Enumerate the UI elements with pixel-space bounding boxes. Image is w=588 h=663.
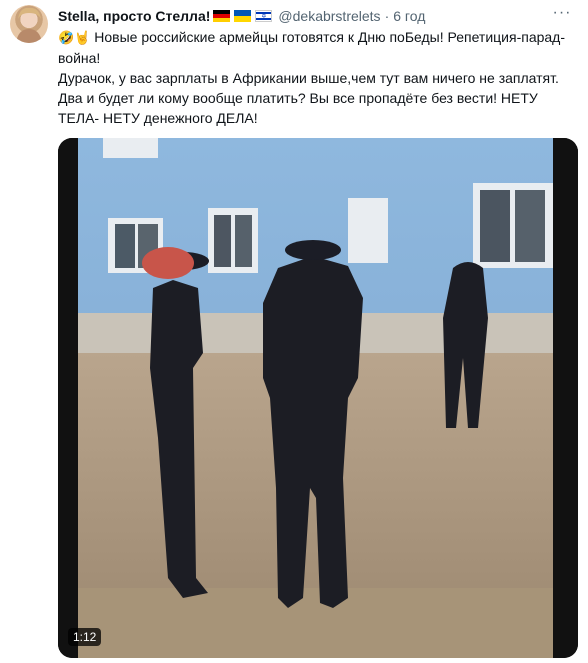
more-options-icon[interactable]: ··· [550, 4, 574, 24]
author-handle[interactable]: @dekabrstrelets [278, 8, 380, 24]
ukraine-flag-icon [234, 10, 252, 22]
tweet-text-line-2: Дурачок, у вас зарплаты в Африкании выше… [58, 70, 559, 126]
germany-flag-icon [213, 10, 231, 22]
israel-flag-icon: ✡ [255, 10, 273, 22]
author-name[interactable]: Stella, просто Стелла! [58, 8, 210, 24]
separator-dot: · [384, 8, 390, 24]
tweet-header: Stella, просто Стелла! ✡ @dekabrstrelets… [58, 6, 425, 26]
tweet-timestamp[interactable]: 6 год [393, 8, 425, 24]
video-frame [58, 138, 578, 658]
video-duration-badge: 1:12 [68, 628, 102, 646]
tweet-text: 🤣🤘 Новые российские армейцы готовятся к … [58, 27, 570, 128]
video-player[interactable]: 1:12 [58, 138, 578, 658]
author-avatar[interactable] [10, 5, 48, 43]
tweet-text-line-1: Новые российские армейцы готовятся к Дню… [58, 29, 566, 66]
emoji-laugh-rock-icon: 🤣🤘 [58, 30, 91, 45]
